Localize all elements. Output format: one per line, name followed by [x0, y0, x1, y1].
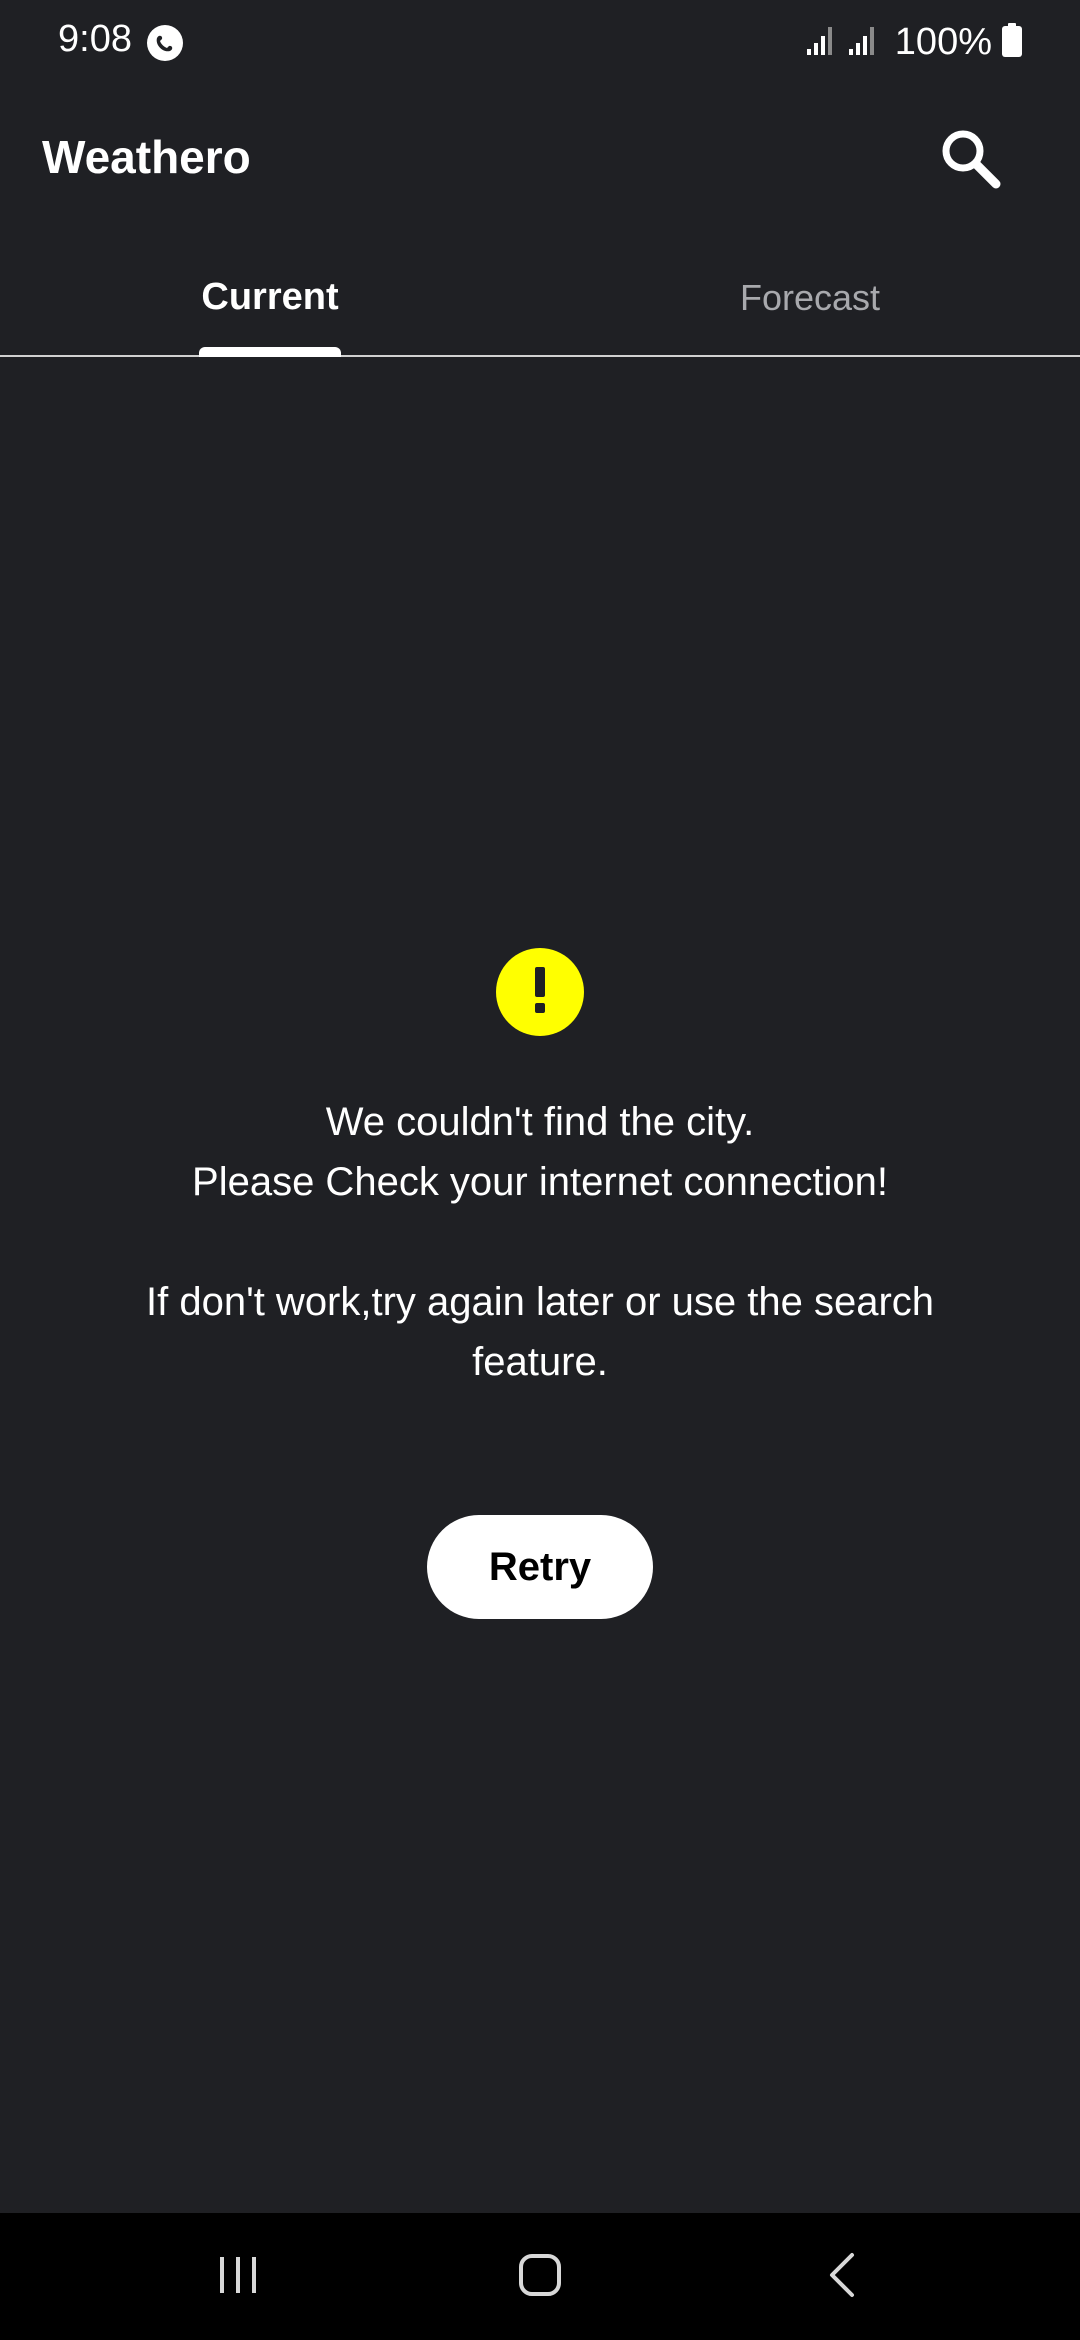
messenger-icon — [146, 24, 184, 62]
app-title: Weathero — [42, 131, 251, 183]
error-gap — [60, 1212, 1020, 1272]
back-button[interactable] — [782, 2235, 902, 2319]
signal-icon — [847, 23, 879, 62]
signal-icon — [805, 23, 837, 62]
error-line-1: We couldn't find the city. — [325, 1100, 755, 1144]
error-line-4: feature. — [472, 1340, 608, 1384]
home-icon — [518, 2253, 562, 2302]
warning-icon — [496, 948, 584, 1036]
app-bar: Weathero — [0, 110, 1080, 210]
tab-current[interactable]: Current — [0, 240, 540, 355]
search-button[interactable] — [930, 120, 1010, 200]
search-icon — [938, 126, 1002, 195]
status-bar: 9:08 100% — [0, 0, 1080, 84]
error-message: We couldn't find the city. Please Check … — [60, 1092, 1020, 1392]
system-nav-bar — [0, 2213, 1080, 2340]
tab-indicator — [199, 347, 341, 357]
error-line-2: Please Check your internet connection! — [192, 1160, 888, 1204]
status-time: 9:08 — [58, 18, 132, 60]
back-icon — [820, 2251, 864, 2304]
status-indicators: 100% — [805, 18, 1022, 66]
error-line-3: If don't work,try again later or use the… — [145, 1280, 935, 1324]
retry-button[interactable]: Retry — [427, 1515, 653, 1619]
tab-forecast-label: Forecast — [739, 276, 881, 318]
recents-button[interactable] — [178, 2235, 298, 2319]
home-button[interactable] — [480, 2235, 600, 2319]
tab-bar: Current Forecast — [0, 240, 1080, 357]
app-screen: 9:08 100% Weathero Current Forecast We c… — [0, 0, 1080, 2340]
recents-icon — [216, 2253, 260, 2302]
tab-current-label: Current — [201, 276, 339, 318]
battery-icon — [1002, 22, 1022, 62]
battery-percent: 100% — [894, 20, 992, 63]
tab-forecast[interactable]: Forecast — [540, 240, 1080, 355]
